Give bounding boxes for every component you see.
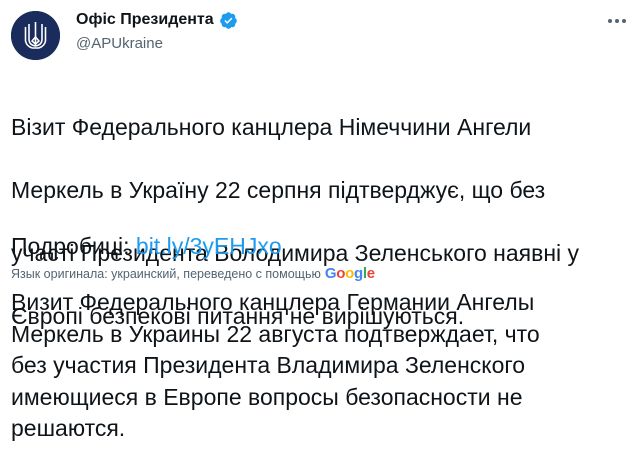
translated-text-line: решаются. xyxy=(11,415,126,441)
verified-badge-icon xyxy=(219,11,238,30)
translation-note-text: Язык оригинала: украинский, переведено с… xyxy=(11,267,321,281)
google-logo-letter: G xyxy=(324,265,337,282)
google-logo-letter: o xyxy=(336,265,346,282)
translation-attribution: Язык оригинала: украинский, переведено с… xyxy=(11,265,375,283)
google-logo[interactable]: Google xyxy=(325,265,375,283)
details-row: Подробиці: bit.ly/3yEHJxo xyxy=(11,232,282,260)
tweet-text-line: Візит Федерального канцлера Німеччини Ан… xyxy=(11,113,532,140)
translated-text-line: без участия Президента Владимира Зеленск… xyxy=(11,352,526,378)
more-options-icon[interactable] xyxy=(602,8,632,34)
translated-text-line: Визит Федерального канцлера Германии Анг… xyxy=(11,289,535,315)
details-label: Подробиці: xyxy=(11,233,136,259)
google-logo-letter: g xyxy=(353,265,363,282)
translated-text: Визит Федерального канцлера Германии Анг… xyxy=(11,287,631,445)
google-logo-letter: o xyxy=(345,265,354,282)
tweet-text-line: Меркель в Україну 22 серпня підтверджує,… xyxy=(11,176,546,203)
display-name[interactable]: Офіс Президента xyxy=(76,10,214,30)
details-link[interactable]: bit.ly/3yEHJxo xyxy=(136,233,282,259)
google-logo-letter: e xyxy=(366,265,375,282)
ukraine-trident-icon xyxy=(11,11,60,60)
translated-text-line: имеющиеся в Европе вопросы безопасности … xyxy=(11,383,523,410)
tweet-card: Офіс Президента @APUkraine Візит Федерал… xyxy=(0,0,642,457)
user-handle[interactable]: @APUkraine xyxy=(76,34,163,54)
avatar[interactable] xyxy=(11,11,60,60)
translated-text-line: Меркель в Украины 22 августа подтверждае… xyxy=(11,320,540,347)
